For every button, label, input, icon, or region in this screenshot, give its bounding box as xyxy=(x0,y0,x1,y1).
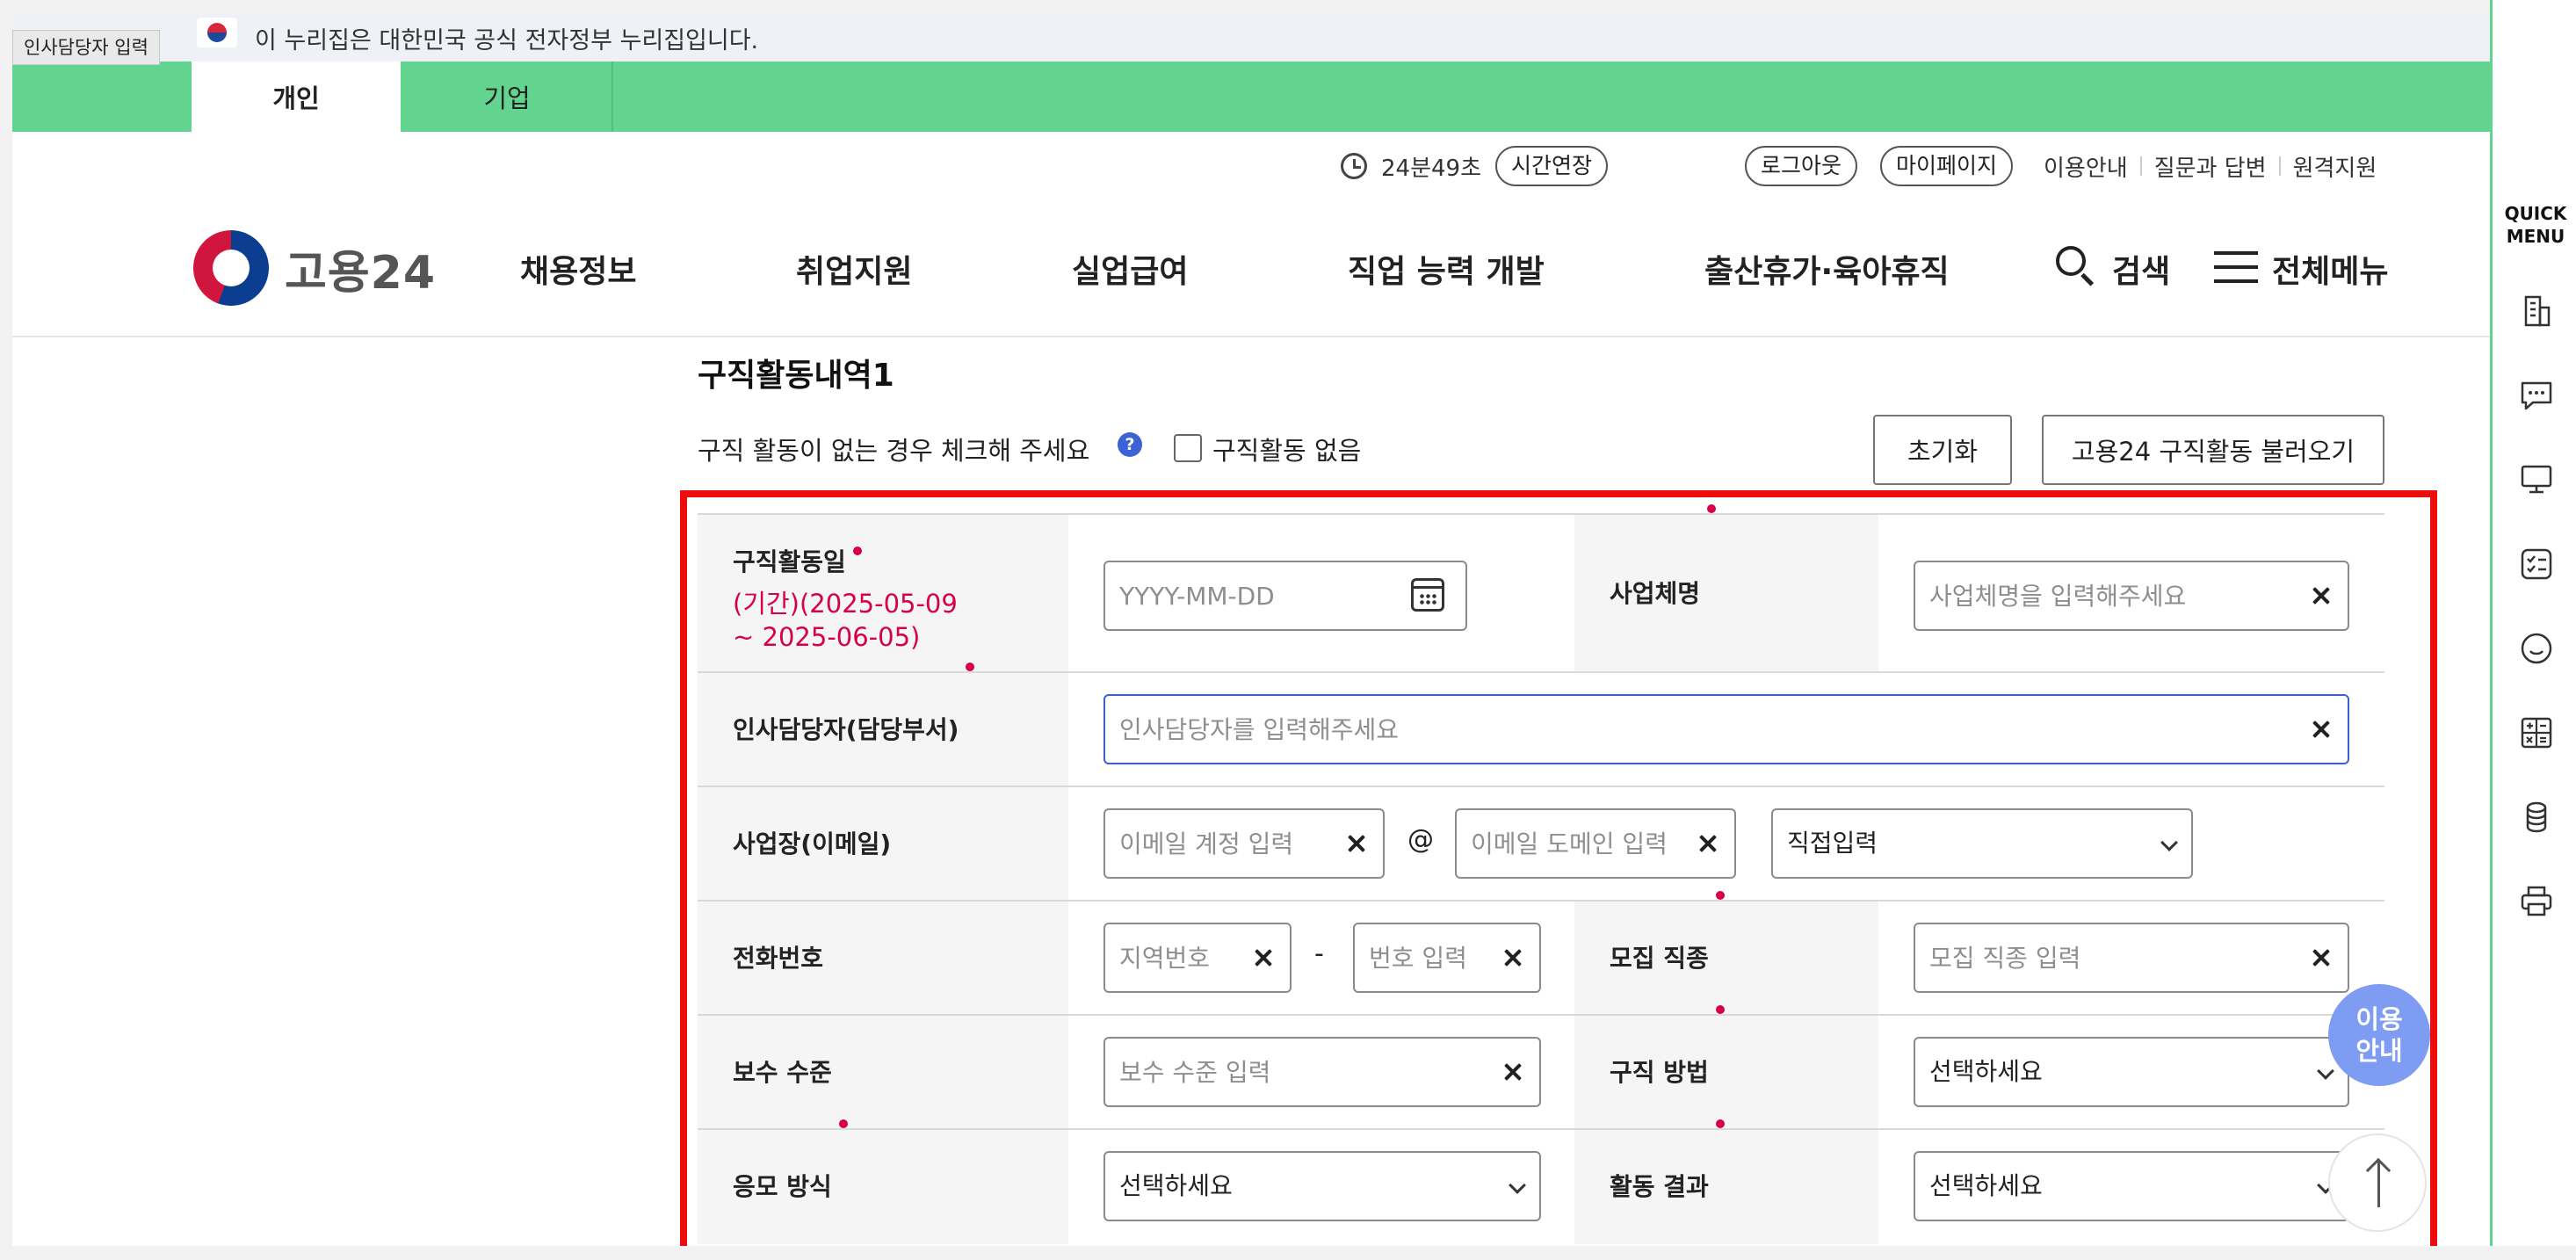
session-timer: 24분49초 xyxy=(1341,146,1481,186)
usage-guide-floating-button[interactable]: 이용 안내 xyxy=(2328,984,2430,1086)
qna-link[interactable]: 질문과 답변 xyxy=(2154,150,2267,183)
extend-wrap: 시간연장 xyxy=(1495,146,1609,186)
gov-banner-text: 이 누리집은 대한민국 공식 전자정부 누리집입니다. xyxy=(255,27,759,54)
quick-menu-title: QUICK MENU xyxy=(2493,202,2576,248)
highlight-box xyxy=(680,490,2437,1260)
section-title: 구직활동내역1 xyxy=(698,358,894,394)
load-activity-button[interactable]: 고용24 구직활동 불러오기 xyxy=(2042,415,2384,485)
arrow-up-shaft xyxy=(2377,1162,2380,1207)
nav-employment-support[interactable]: 취업지원 xyxy=(796,246,912,292)
search-label[interactable]: 검색 xyxy=(2112,246,2170,292)
tab-company[interactable]: 기업 xyxy=(402,62,611,132)
checklist-icon[interactable] xyxy=(2519,547,2554,582)
usage-guide-line1: 이용 xyxy=(2355,1004,2403,1034)
no-activity-checkbox[interactable] xyxy=(1174,434,1202,462)
utility-divider xyxy=(2278,156,2281,176)
quick-menu-title-line2: MENU xyxy=(2506,226,2565,247)
coins-icon[interactable] xyxy=(2519,800,2554,835)
window-frame-left xyxy=(0,0,12,1260)
mypage-wrap: 마이페이지 xyxy=(1880,146,2014,186)
nav-unemployment-benefit[interactable]: 실업급여 xyxy=(1072,246,1188,292)
calculator-icon[interactable] xyxy=(2519,715,2554,750)
hamburger-menu-icon[interactable] xyxy=(2214,251,2258,285)
all-menu-label[interactable]: 전체메뉴 xyxy=(2272,246,2388,292)
page: 이 누리집은 대한민국 공식 전자정부 누리집입니다. 인사담당자 입력 개인 … xyxy=(0,0,2576,1260)
tab-personal[interactable]: 개인 xyxy=(192,62,401,132)
building-icon[interactable] xyxy=(2519,293,2554,329)
usage-guide-line2: 안내 xyxy=(2355,1036,2403,1066)
utility-links: 이용안내 질문과 답변 원격지원 xyxy=(2044,146,2377,186)
mypage-button[interactable]: 마이페이지 xyxy=(1880,146,2014,186)
quick-menu: QUICK MENU xyxy=(2490,0,2576,1260)
korea-flag-icon xyxy=(197,18,237,47)
quick-menu-title-line1: QUICK xyxy=(2504,203,2567,224)
reset-button[interactable]: 초기화 xyxy=(1873,415,2012,485)
monitor-icon[interactable] xyxy=(2519,462,2554,497)
scroll-to-top-button[interactable] xyxy=(2328,1133,2427,1232)
header-divider xyxy=(12,336,2490,337)
tab-divider xyxy=(611,62,613,132)
extend-time-button[interactable]: 시간연장 xyxy=(1495,146,1609,186)
logo-text[interactable]: 고용24 xyxy=(285,235,436,301)
audience-tab-bar: 개인 기업 xyxy=(12,62,2490,132)
nav-job-info[interactable]: 채용정보 xyxy=(520,246,636,292)
window-frame-bottom xyxy=(0,1246,2576,1260)
tooltip: 인사담당자 입력 xyxy=(12,30,160,65)
timer-text: 24분49초 xyxy=(1381,155,1482,182)
utility-divider xyxy=(2139,156,2142,176)
logout-button[interactable]: 로그아웃 xyxy=(1745,146,1858,186)
remote-support-link[interactable]: 원격지원 xyxy=(2293,150,2377,183)
logo-emblem-icon[interactable] xyxy=(193,230,269,306)
printer-icon[interactable] xyxy=(2519,884,2554,919)
nav-skill-development[interactable]: 직업 능력 개발 xyxy=(1348,246,1545,292)
logout-wrap: 로그아웃 xyxy=(1745,146,1858,186)
search-icon[interactable] xyxy=(2056,246,2095,286)
chat-icon[interactable] xyxy=(2519,378,2554,413)
gov-banner: 이 누리집은 대한민국 공식 전자정부 누리집입니다. xyxy=(12,12,2490,62)
usage-guide-link[interactable]: 이용안내 xyxy=(2044,150,2128,183)
no-activity-label[interactable]: 구직활동 없음 xyxy=(1212,431,1361,467)
no-activity-hint: 구직 활동이 없는 경우 체크해 주세요 xyxy=(698,436,1090,466)
clock-icon xyxy=(1341,153,1367,179)
window-frame-top xyxy=(0,0,2576,12)
smile-icon[interactable] xyxy=(2519,631,2554,666)
nav-parental-leave[interactable]: 출산휴가·육아휴직 xyxy=(1704,246,1950,292)
help-icon[interactable]: ? xyxy=(1118,432,1142,457)
